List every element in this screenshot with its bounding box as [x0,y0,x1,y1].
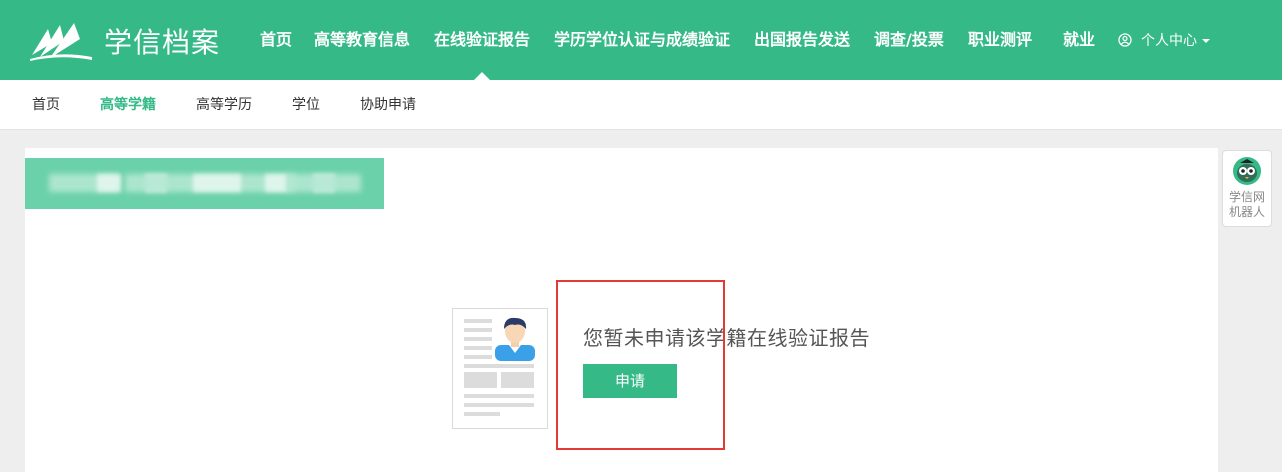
robot-assistant[interactable]: 学信网 机器人 [1222,150,1272,227]
nav-employment[interactable]: 就业 [1063,0,1095,80]
user-menu[interactable]: 个人中心 [1118,0,1210,80]
subnav-student-status[interactable]: 高等学籍 [100,80,156,130]
top-header: 学信档案 首页 高等教育信息 在线验证报告 学历学位认证与成绩验证 出国报告发送… [0,0,1282,80]
nav-survey[interactable]: 调查/投票 [874,0,944,80]
nav-online-verification[interactable]: 在线验证报告 [434,0,530,80]
subnav-degree[interactable]: 学位 [292,80,320,130]
resume-illustration [452,308,548,429]
robot-icon [1233,157,1261,185]
blurred-text [265,174,287,192]
subnav-home[interactable]: 首页 [32,80,60,130]
nav-degree-certification[interactable]: 学历学位认证与成绩验证 [554,0,730,80]
subnav-assist-apply[interactable]: 协助申请 [360,80,416,130]
blurred-text [97,174,121,192]
nav-career-test[interactable]: 职业测评 [968,0,1032,80]
user-icon [1118,33,1132,47]
nav-higher-education[interactable]: 高等教育信息 [314,0,410,80]
logo-text: 学信档案 [104,26,221,59]
user-menu-label: 个人中心 [1141,33,1197,49]
nav-home[interactable]: 首页 [260,0,292,80]
logo-icon [30,23,92,61]
robot-label-line2: 机器人 [1228,205,1265,219]
nav-overseas-report[interactable]: 出国报告发送 [754,0,850,80]
blurred-text [287,174,361,192]
logo[interactable]: 学信档案 [30,18,230,64]
robot-label-line1: 学信网 [1228,190,1265,204]
avatar-icon [495,317,535,361]
record-banner [25,158,384,209]
blurred-text [193,174,241,192]
subnav-diploma[interactable]: 高等学历 [196,80,252,130]
sub-navigation: 首页 高等学籍 高等学历 学位 协助申请 [0,80,1282,130]
highlight-box [556,280,725,450]
chevron-down-icon [1202,39,1210,43]
